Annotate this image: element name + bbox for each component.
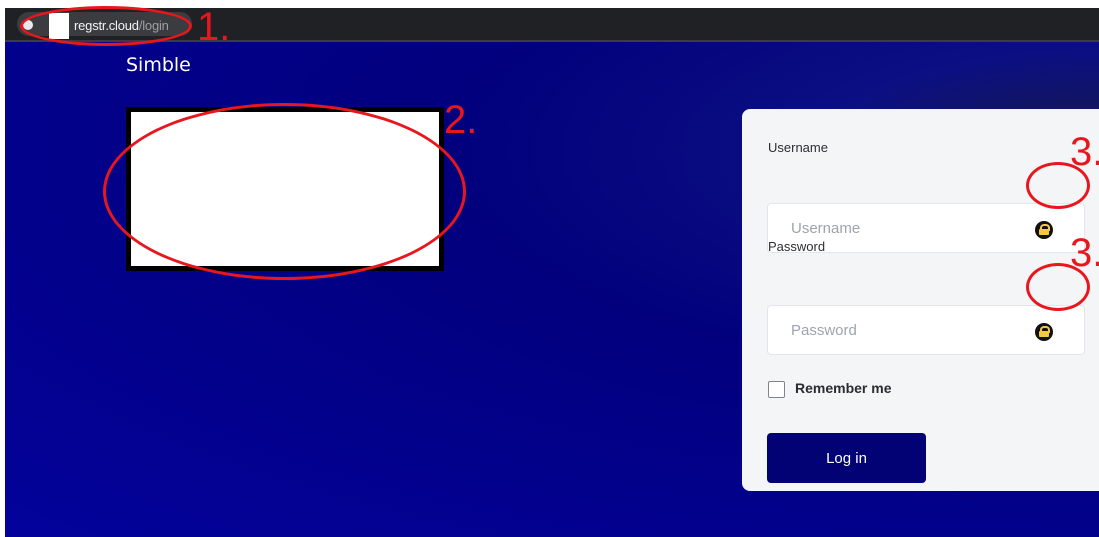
browser-address-bar: regstr.cloud/login xyxy=(5,8,1099,42)
redacted-logo-box xyxy=(126,107,444,271)
redaction-box xyxy=(49,13,69,39)
login-page: Simble Username Password Remember me Log… xyxy=(5,42,1099,537)
password-input[interactable] xyxy=(791,320,1011,340)
url-domain: regstr.cloud xyxy=(74,18,139,33)
brand-name: Simble xyxy=(126,54,191,76)
url-path: /login xyxy=(138,18,169,33)
remember-me-checkbox[interactable] xyxy=(768,381,785,398)
lock-icon[interactable] xyxy=(1035,323,1053,341)
password-field[interactable] xyxy=(767,305,1085,355)
url-text[interactable]: regstr.cloud/login xyxy=(74,18,169,33)
screenshot-stage: regstr.cloud/login Simble Username Passw… xyxy=(0,0,1099,537)
lock-icon[interactable] xyxy=(1035,221,1053,239)
login-button[interactable]: Log in xyxy=(767,433,926,483)
site-info-icon[interactable] xyxy=(23,20,33,30)
password-label: Password xyxy=(768,239,826,254)
login-card: Username Password Remember me Log in xyxy=(742,109,1099,491)
username-label: Username xyxy=(768,140,828,155)
username-input[interactable] xyxy=(791,218,1011,238)
remember-me-label[interactable]: Remember me xyxy=(795,380,892,396)
